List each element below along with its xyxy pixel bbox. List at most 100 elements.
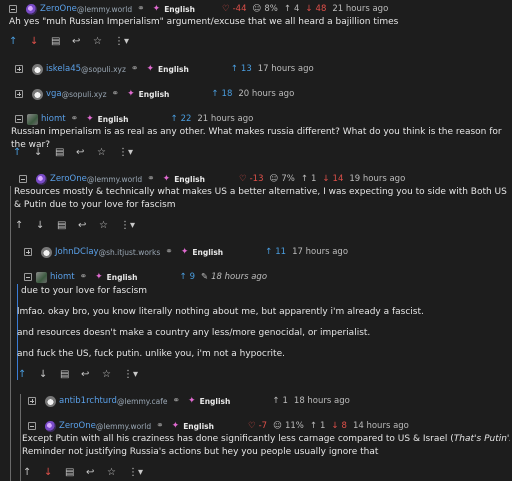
save-star-icon[interactable]: ☆ — [99, 220, 120, 231]
expand-toggle-icon[interactable] — [24, 248, 32, 256]
upvote-button[interactable]: ↑ — [23, 467, 44, 478]
language: English — [106, 272, 138, 282]
view-source-icon[interactable]: ▤ — [55, 147, 76, 158]
username[interactable]: ZeroOne — [50, 174, 87, 184]
reply-icon[interactable]: ↩ — [78, 220, 99, 231]
language-icon: ✦ — [171, 421, 180, 431]
link-icon[interactable]: ⚭ — [137, 4, 145, 14]
view-source-icon[interactable]: ▤ — [60, 369, 81, 380]
instance[interactable]: @lemmy.world — [77, 5, 132, 14]
view-source-icon[interactable]: ▤ — [51, 36, 72, 47]
username[interactable]: vga — [46, 89, 62, 99]
link-icon[interactable]: ⚭ — [172, 396, 180, 406]
username[interactable]: antib1rchturd — [59, 396, 117, 406]
collapse-toggle-icon[interactable] — [9, 5, 17, 13]
action-bar: ↑ ↓ ▤ ↩ ☆ ⋮▾ — [13, 146, 139, 158]
language-icon: ✦ — [95, 272, 103, 282]
score: -44 — [232, 4, 247, 14]
link-icon[interactable]: ⚭ — [80, 272, 88, 282]
avatar — [26, 3, 37, 15]
downvote-button[interactable]: ↓ — [34, 147, 55, 158]
save-star-icon[interactable]: ☆ — [102, 369, 123, 380]
more-options-icon[interactable]: ⋮▾ — [123, 369, 144, 380]
heart-icon: ♡ — [238, 174, 247, 184]
score: 13 — [240, 64, 252, 74]
percent: 8% — [264, 4, 278, 14]
expand-toggle-icon[interactable] — [15, 90, 23, 98]
link-icon[interactable]: ⚭ — [112, 89, 120, 99]
instance[interactable]: @lemmy.world — [96, 422, 151, 431]
upvote-button[interactable]: ↑ — [9, 36, 30, 47]
link-icon[interactable]: ⚭ — [71, 114, 79, 124]
link-icon[interactable]: ⚭ — [156, 421, 164, 431]
timestamp: 21 hours ago — [197, 114, 254, 124]
link-icon[interactable]: ⚭ — [147, 174, 155, 184]
more-options-icon[interactable]: ⋮▾ — [118, 147, 139, 158]
comment-header: ZeroOne @lemmy.world ⚭ ✦ English ♡ -7 ☺ 11%… — [28, 419, 409, 433]
smile-icon: ☺ — [252, 4, 262, 14]
username[interactable]: hiomt — [41, 114, 66, 124]
action-bar: ↑ ↓ ▤ ↩ ☆ ⋮▾ — [23, 466, 149, 478]
upvote-button[interactable]: ↑ — [18, 369, 39, 380]
downvote-button[interactable]: ↓ — [39, 369, 60, 380]
comment-paragraph: and resources doesn't make a country any… — [17, 328, 371, 338]
instance[interactable]: @sopuli.xyz — [81, 65, 126, 74]
more-options-icon[interactable]: ⋮▾ — [114, 36, 135, 47]
timestamp: 20 hours ago — [238, 89, 295, 99]
more-options-icon[interactable]: ⋮▾ — [128, 467, 149, 478]
upvote-button[interactable]: ↑ — [15, 220, 36, 231]
instance[interactable]: @sh.itjust.works — [99, 248, 161, 257]
timestamp: 18 hours ago — [211, 272, 268, 282]
language-icon: ✦ — [162, 174, 171, 184]
username[interactable]: ZeroOne — [40, 4, 77, 14]
percent: 11% — [284, 421, 304, 431]
thread-line — [10, 186, 11, 481]
more-options-icon[interactable]: ⋮▾ — [120, 220, 141, 231]
reply-icon[interactable]: ↩ — [81, 369, 102, 380]
save-star-icon[interactable]: ☆ — [107, 467, 128, 478]
username[interactable]: JohnDClay — [55, 247, 99, 257]
thread-line — [20, 394, 21, 481]
timestamp: 21 hours ago — [332, 4, 389, 14]
avatar — [36, 271, 47, 283]
downvote-button[interactable]: ↓ — [44, 467, 65, 478]
comment-header: hiomt ⚭ ✦ English ↑ 9 ✎ 18 hours ago — [24, 270, 267, 284]
instance[interactable]: @sopuli.xyz — [62, 90, 107, 99]
upvote-count-icon: ↑ — [272, 396, 280, 406]
avatar — [27, 113, 38, 125]
instance[interactable]: @lemmy.cafe — [117, 397, 168, 406]
collapse-toggle-icon[interactable] — [24, 273, 32, 281]
avatar — [36, 173, 47, 185]
save-star-icon[interactable]: ☆ — [97, 147, 118, 158]
reply-icon[interactable]: ↩ — [86, 467, 107, 478]
link-icon[interactable]: ⚭ — [165, 247, 173, 257]
username[interactable]: hiomt — [50, 272, 75, 282]
upvote-count: 1 — [310, 174, 317, 184]
expand-toggle-icon[interactable] — [28, 397, 36, 405]
avatar — [45, 395, 56, 407]
downvote-count-icon: ↓ — [322, 174, 330, 184]
collapse-toggle-icon[interactable] — [28, 422, 36, 430]
downvote-button[interactable]: ↓ — [36, 220, 57, 231]
comment-header: hiomt ⚭ ✦ English ↑ 22 21 hours ago — [15, 112, 253, 126]
timestamp: 17 hours ago — [292, 247, 349, 257]
view-source-icon[interactable]: ▤ — [57, 220, 78, 231]
edited-icon: ✎ — [200, 272, 209, 282]
collapse-toggle-icon[interactable] — [15, 115, 23, 123]
language: English — [183, 421, 214, 431]
downvote-count: 48 — [315, 4, 327, 14]
downvote-button[interactable]: ↓ — [30, 36, 51, 47]
collapse-toggle-icon[interactable] — [19, 175, 27, 183]
upvote-count-icon: ↑ — [309, 421, 317, 431]
username[interactable]: ZeroOne — [59, 421, 96, 431]
instance[interactable]: @lemmy.world — [87, 175, 142, 184]
save-star-icon[interactable]: ☆ — [93, 36, 114, 47]
link-icon[interactable]: ⚭ — [131, 64, 139, 74]
expand-toggle-icon[interactable] — [15, 65, 23, 73]
upvote-count-icon: ↑ — [283, 4, 291, 14]
reply-icon[interactable]: ↩ — [76, 147, 97, 158]
view-source-icon[interactable]: ▤ — [65, 467, 86, 478]
upvote-button[interactable]: ↑ — [13, 147, 34, 158]
username[interactable]: iskela45 — [46, 64, 81, 74]
reply-icon[interactable]: ↩ — [72, 36, 93, 47]
